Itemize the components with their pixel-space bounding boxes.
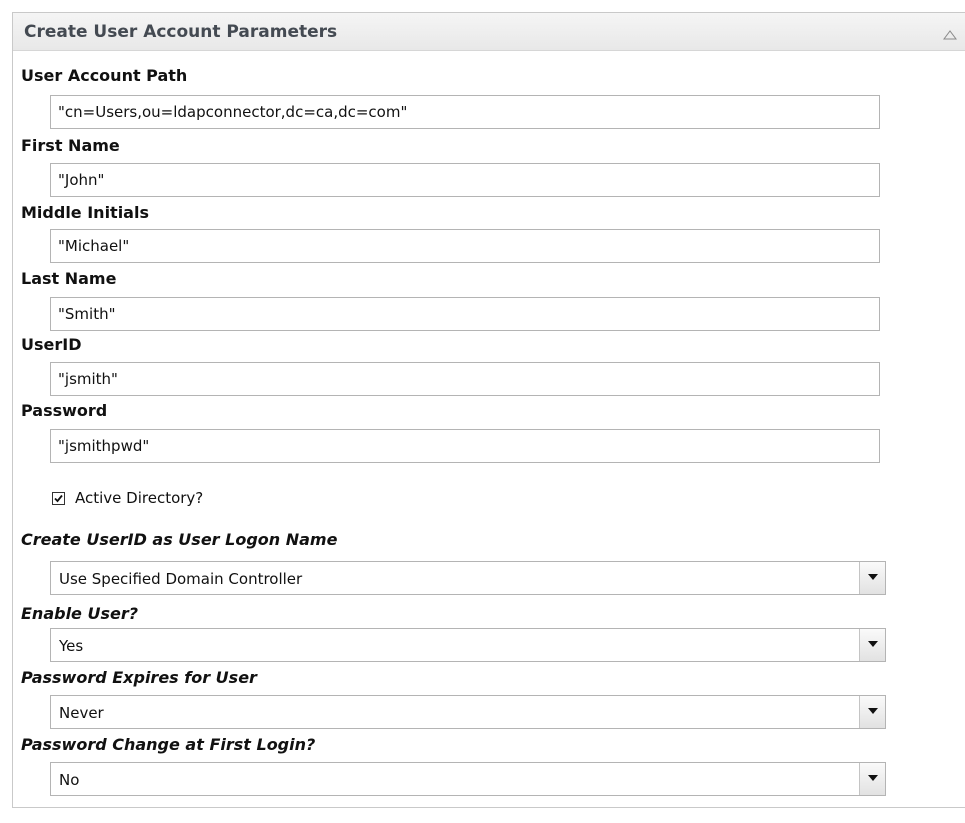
active-directory-label: Active Directory? (75, 489, 204, 507)
middle-initials-label: Middle Initials (21, 203, 149, 222)
password-field[interactable]: "jsmithpwd" (50, 429, 880, 463)
password-label: Password (21, 401, 108, 420)
first-name-label: First Name (21, 136, 120, 155)
userid-label: UserID (21, 335, 82, 354)
dropdown-arrow-icon[interactable] (859, 629, 885, 661)
create-userid-logon-select[interactable]: Use Specified Domain Controller (50, 561, 886, 595)
create-userid-logon-value: Use Specified Domain Controller (59, 570, 303, 588)
dropdown-arrow-icon[interactable] (859, 696, 885, 728)
active-directory-row: Active Directory? (52, 488, 203, 508)
user-account-path-field[interactable]: "cn=Users,ou=ldapconnector,dc=ca,dc=com" (50, 95, 880, 129)
password-expires-label: Password Expires for User (21, 668, 257, 687)
dropdown-arrow-icon[interactable] (859, 562, 885, 594)
last-name-label: Last Name (21, 269, 117, 288)
panel-title: Create User Account Parameters (24, 22, 338, 42)
create-user-account-panel: Create User Account Parameters (12, 12, 965, 808)
enable-user-label: Enable User? (21, 604, 139, 623)
password-expires-select[interactable]: Never (50, 695, 886, 729)
enable-user-value: Yes (59, 637, 84, 655)
password-change-first-login-label: Password Change at First Login? (21, 735, 316, 754)
create-userid-logon-label: Create UserID as User Logon Name (21, 530, 338, 549)
collapse-up-icon[interactable] (943, 26, 957, 40)
enable-user-select[interactable]: Yes (50, 628, 886, 662)
panel-header[interactable]: Create User Account Parameters (13, 13, 965, 51)
password-change-first-login-select[interactable]: No (50, 762, 886, 796)
middle-initials-field[interactable]: "Michael" (50, 229, 880, 263)
first-name-field[interactable]: "John" (50, 163, 880, 197)
password-expires-value: Never (59, 704, 104, 722)
active-directory-checkbox[interactable] (52, 491, 65, 505)
password-change-first-login-value: No (59, 771, 80, 789)
dropdown-arrow-icon[interactable] (859, 763, 885, 795)
user-account-path-label: User Account Path (21, 66, 188, 85)
userid-field[interactable]: "jsmith" (50, 362, 880, 396)
last-name-field[interactable]: "Smith" (50, 297, 880, 331)
